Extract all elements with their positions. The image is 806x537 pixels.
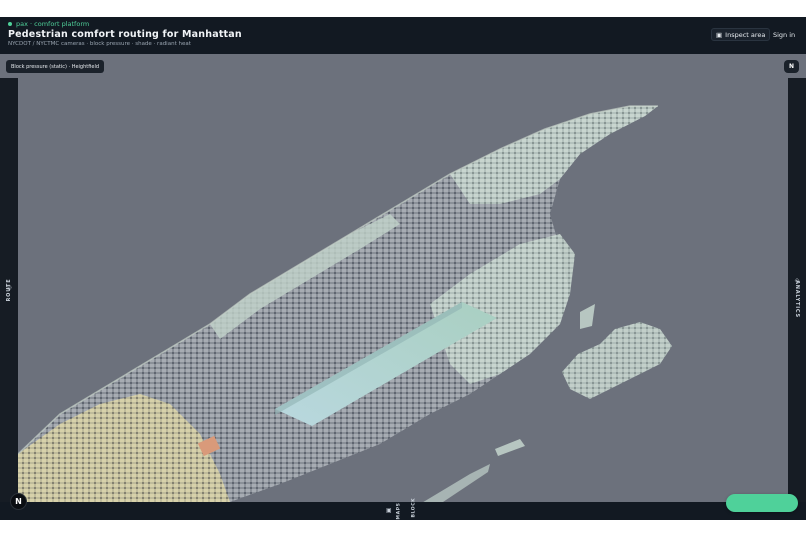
analytics-rail-label: ANALYTICS (794, 280, 800, 318)
compass-button[interactable]: N (784, 60, 799, 73)
app-header: pax · comfort platform Pedestrian comfor… (0, 17, 806, 54)
inspect-area-button[interactable]: ▣ Inspect area (711, 28, 771, 41)
page-title: Pedestrian comfort routing for Manhattan (8, 29, 242, 40)
maps-label: MAPS (396, 502, 402, 520)
analytics-rail[interactable]: ◇ ANALYTICS (788, 78, 806, 502)
manhattan-heightfield (17, 105, 672, 520)
brand-label: pax · comfort platform (16, 20, 90, 28)
map-canvas[interactable] (0, 54, 806, 520)
inspect-area-label: Inspect area (725, 30, 766, 39)
page-subtitle: NYCDOT / NYCTMC cameras · block pressure… (8, 41, 191, 47)
inspect-square-icon: ▣ (716, 30, 723, 39)
maps-drawer-bar[interactable]: ▣ MAPS & BLOCK (0, 498, 806, 524)
top-margin (0, 0, 806, 17)
east-island-patch (562, 322, 672, 399)
status-dot-icon (8, 22, 12, 26)
brand: pax · comfort platform (8, 20, 89, 28)
sign-in-button[interactable]: Sign in (769, 28, 799, 41)
layer-chip[interactable]: Block pressure (static) · Heightfield (6, 60, 105, 73)
app-badge[interactable]: N (10, 493, 27, 510)
maps-square-icon: ▣ (386, 507, 392, 514)
route-rail-label: ROUTE (6, 278, 12, 302)
bottom-margin (0, 520, 806, 537)
route-rail[interactable]: ◎ ROUTE (0, 78, 18, 502)
primary-action-button[interactable] (726, 494, 798, 512)
